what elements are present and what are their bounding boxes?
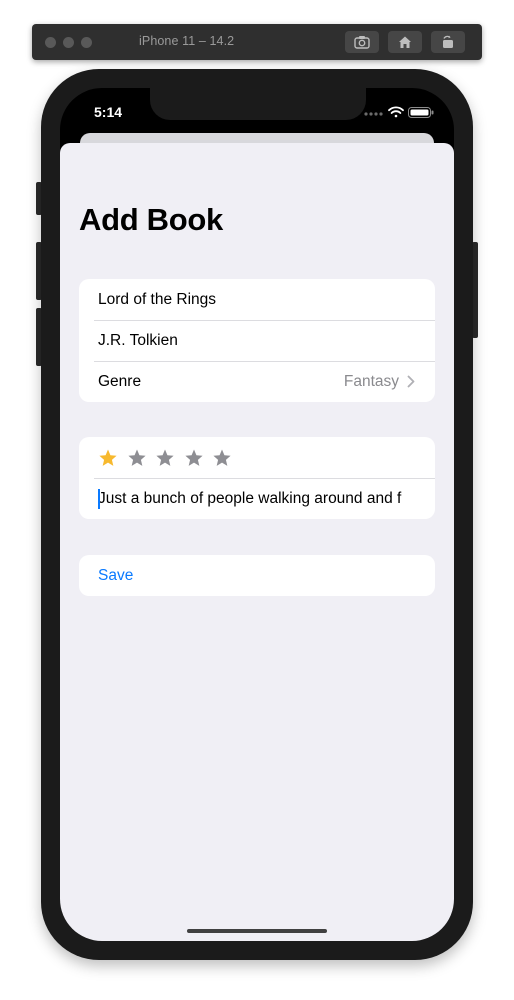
simulator-title: iPhone 11 – 14.2 bbox=[139, 34, 235, 48]
star-rating bbox=[79, 437, 435, 478]
close-window-button[interactable] bbox=[45, 37, 56, 48]
save-section: Save bbox=[79, 555, 435, 596]
battery-icon bbox=[408, 107, 434, 118]
home-indicator bbox=[187, 929, 327, 933]
device-frame: 5:14 Add Book Lord of the Rings J.R. Tol… bbox=[41, 69, 473, 960]
device-notch bbox=[150, 88, 366, 120]
save-button[interactable]: Save bbox=[79, 555, 435, 596]
text-cursor bbox=[98, 489, 100, 509]
star-1-icon[interactable] bbox=[98, 448, 118, 468]
star-5-icon[interactable] bbox=[212, 448, 232, 468]
screenshot-icon bbox=[354, 36, 370, 49]
book-title-field[interactable]: Lord of the Rings bbox=[79, 279, 435, 320]
star-4-icon[interactable] bbox=[184, 448, 204, 468]
page-title: Add Book bbox=[79, 202, 223, 237]
rotate-icon bbox=[443, 35, 453, 48]
star-3-icon[interactable] bbox=[155, 448, 175, 468]
add-book-sheet: Add Book Lord of the Rings J.R. Tolkien … bbox=[60, 143, 454, 941]
wifi-icon bbox=[388, 106, 404, 118]
genre-label: Genre bbox=[98, 373, 142, 390]
chevron-right-icon bbox=[407, 375, 415, 388]
signal-dots-icon bbox=[364, 112, 383, 116]
zoom-window-button[interactable] bbox=[81, 37, 92, 48]
star-2-icon[interactable] bbox=[127, 448, 147, 468]
screen: iPhone 11 – 14.2 5:14 Add Book Lord of t… bbox=[0, 0, 514, 1000]
device-screen: 5:14 Add Book Lord of the Rings J.R. Tol… bbox=[60, 88, 454, 941]
review-field[interactable]: Just a bunch of people walking around an… bbox=[79, 478, 435, 519]
simulator-title-bar: iPhone 11 – 14.2 bbox=[32, 24, 482, 60]
genre-value: Fantasy bbox=[343, 373, 399, 390]
author-field[interactable]: J.R. Tolkien bbox=[79, 320, 435, 361]
status-icons bbox=[364, 105, 436, 119]
rating-review-section: Just a bunch of people walking around an… bbox=[79, 437, 435, 519]
genre-picker[interactable]: Genre Fantasy bbox=[79, 361, 435, 402]
book-info-section: Lord of the Rings J.R. Tolkien Genre Fan… bbox=[79, 279, 435, 402]
status-time: 5:14 bbox=[94, 104, 123, 120]
screenshot-button[interactable] bbox=[345, 31, 379, 53]
home-icon bbox=[399, 36, 411, 48]
rotate-button[interactable] bbox=[431, 31, 465, 53]
home-button[interactable] bbox=[388, 31, 422, 53]
review-text: Just a bunch of people walking around an… bbox=[98, 490, 402, 507]
minimize-window-button[interactable] bbox=[63, 37, 74, 48]
